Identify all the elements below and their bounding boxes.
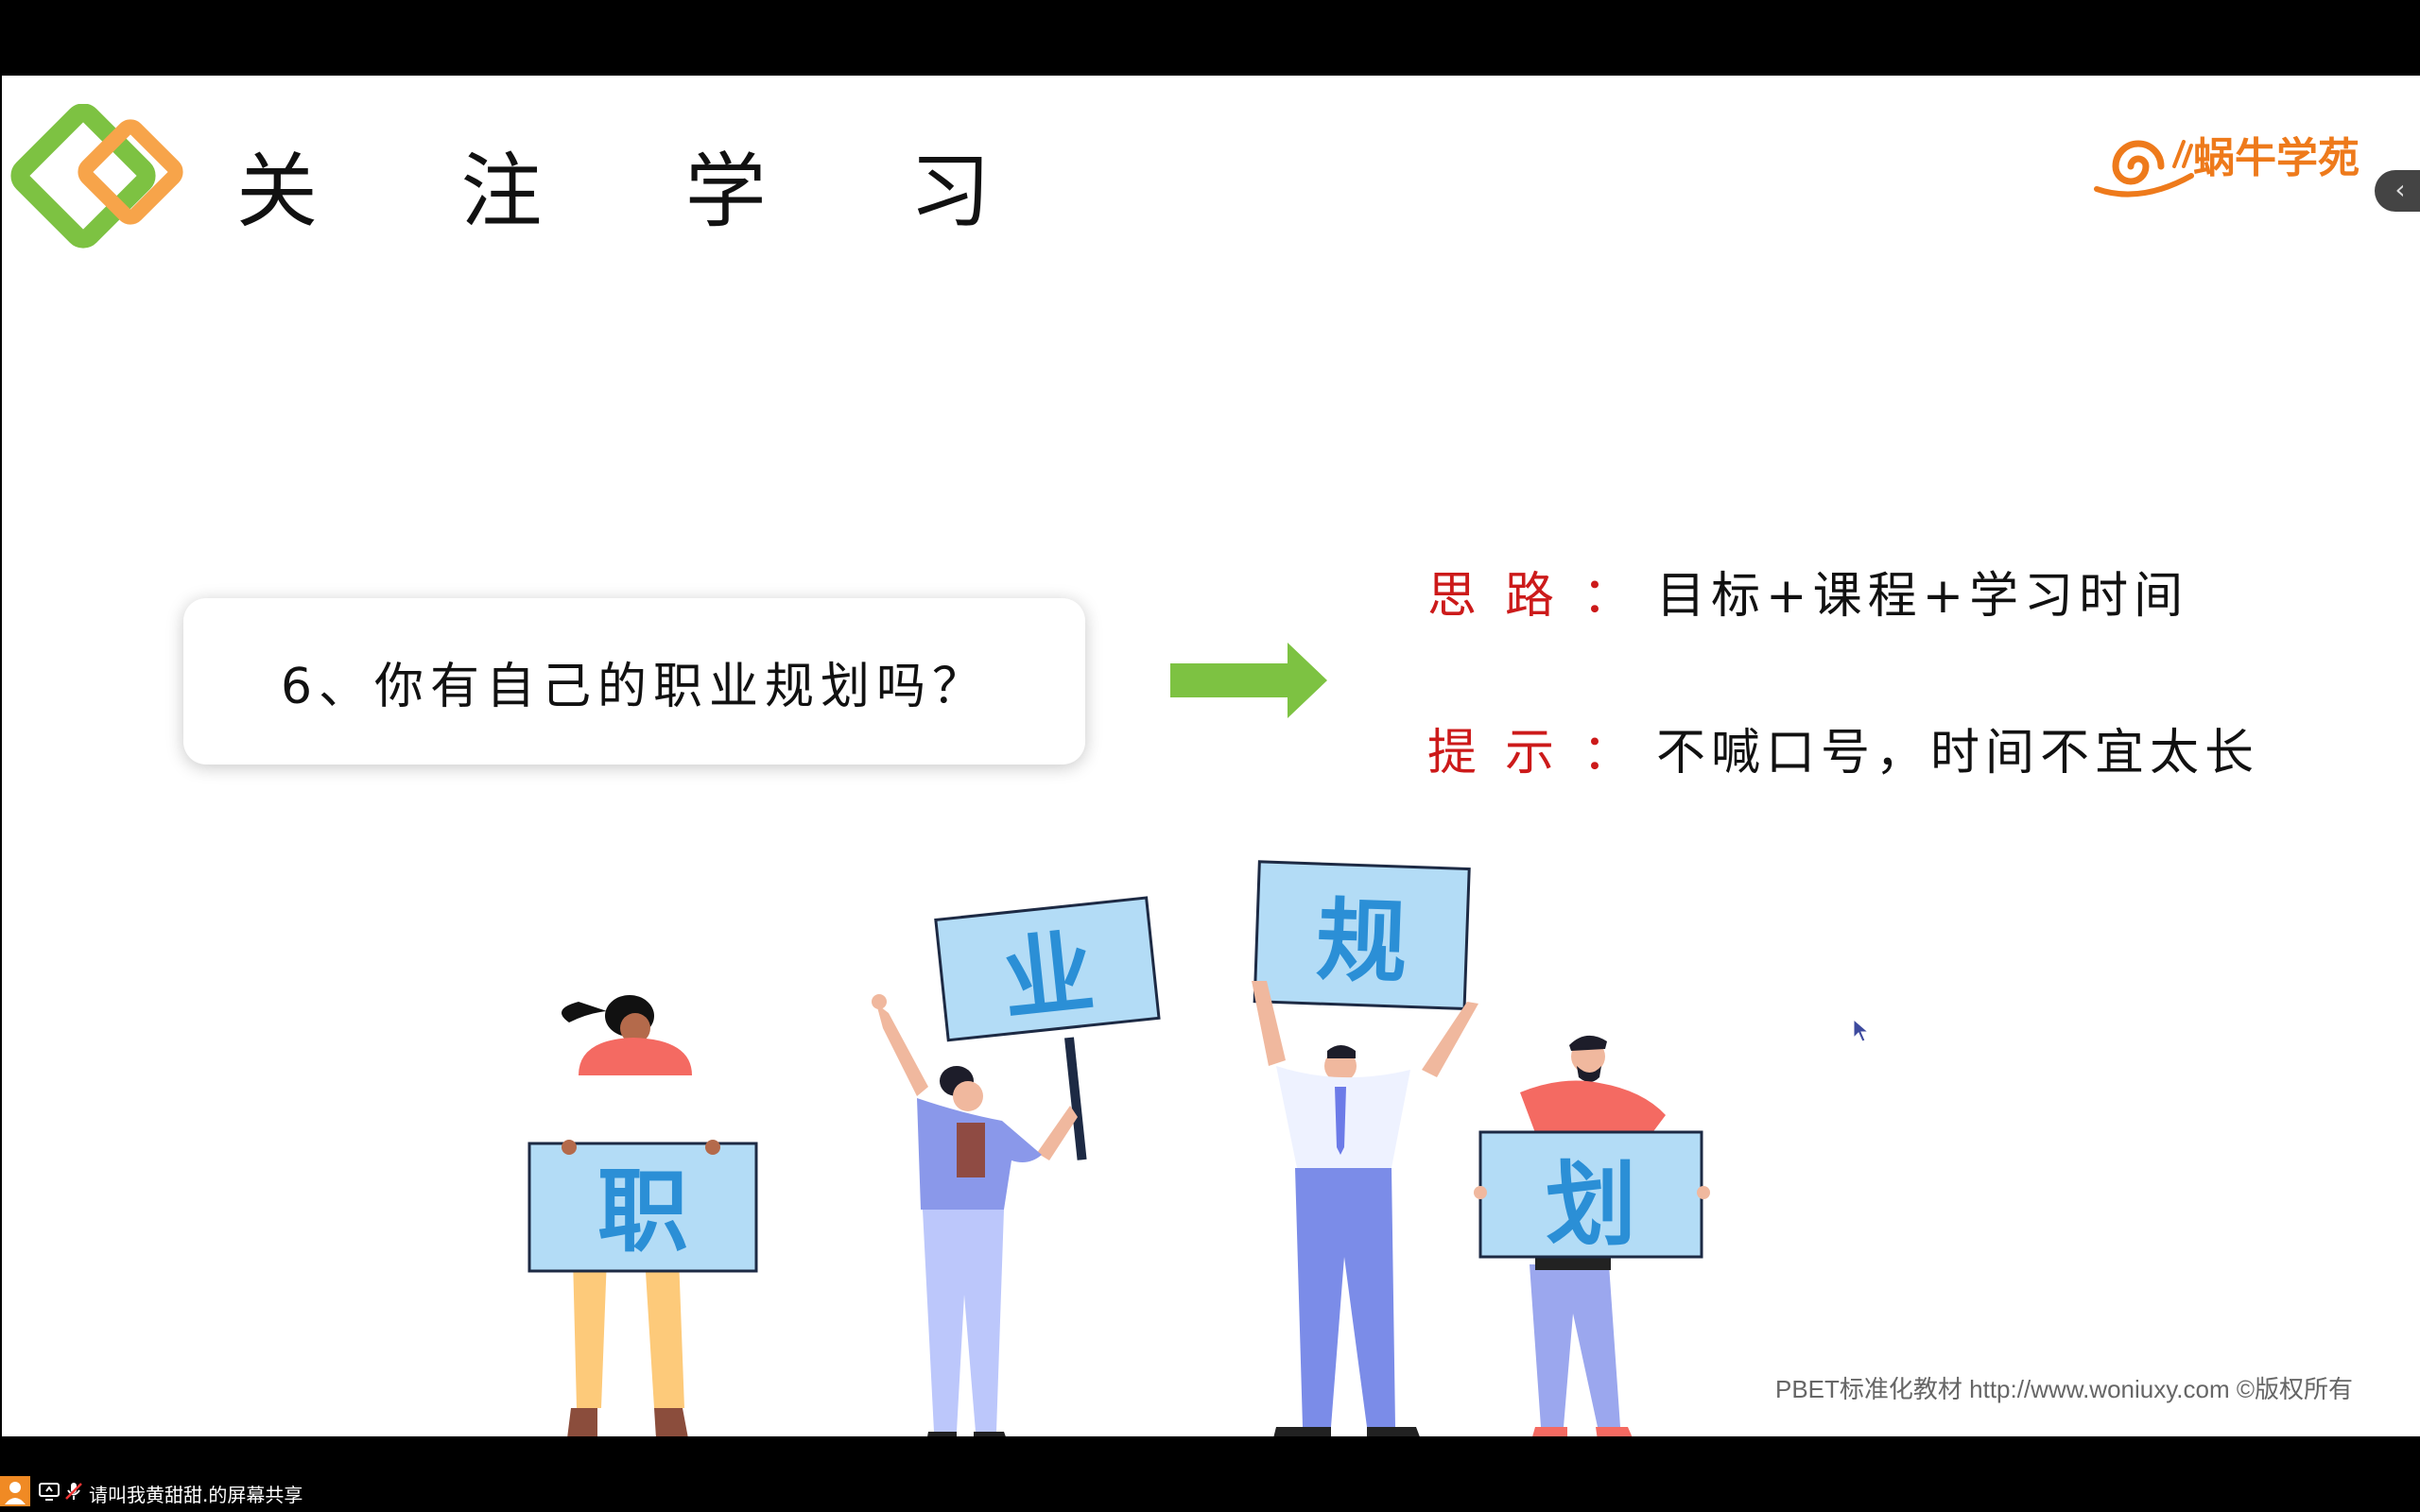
hint-line-approach: 思路：目标+课程+学习时间 <box>1427 556 2188 627</box>
person-2-figure: 业 <box>872 896 1161 1436</box>
person-1-figure: 职 <box>527 995 758 1436</box>
side-panel-toggle[interactable]: ‹ <box>2375 170 2420 212</box>
microphone-muted-icon[interactable] <box>62 1480 85 1503</box>
sign-char-3: 规 <box>1315 887 1409 996</box>
question-card: 6、你有自己的职业规划吗？ <box>183 598 1085 765</box>
top-black-bar <box>0 0 2420 76</box>
copyright-footer: PBET标准化教材 http://www.woniuxy.com ©版权所有 <box>1775 1375 2354 1403</box>
hint-value: 目标+课程+学习时间 <box>1656 568 2189 625</box>
sign-char-4: 划 <box>1546 1152 1636 1258</box>
brand-logo: 蜗牛学苑 <box>2093 129 2377 204</box>
screen-share-status-bar: 请叫我黄甜甜.的屏幕共享 <box>0 1436 2420 1512</box>
sign-char-1: 职 <box>597 1159 688 1264</box>
chevron-left-icon: ‹ <box>2394 174 2406 205</box>
person-4-figure: 划 <box>1474 1035 1710 1436</box>
presentation-slide: 关 注 学 习 蜗牛学苑 ‹ 6、你有自己的职业规划吗？ 思路：目标+课程+学习… <box>2 76 2420 1436</box>
right-arrow-icon <box>1170 643 1327 718</box>
person-3-figure: 规 <box>1252 860 1478 1436</box>
brand-name: 蜗牛学苑 <box>2193 134 2360 182</box>
people-holding-signs-illustration: 职 业 规 划 <box>527 860 1710 1436</box>
diamond-logo-icon <box>10 104 183 249</box>
screen-share-icon[interactable] <box>38 1480 60 1503</box>
hint-label: 思路 <box>1427 568 1583 625</box>
mouse-cursor-icon <box>1853 1019 1870 1042</box>
sign-char-2: 业 <box>997 919 1098 1034</box>
question-text: 6、你有自己的职业规划吗？ <box>280 658 989 715</box>
person-icon <box>5 1482 26 1504</box>
screen-share-label: 请叫我黄甜甜.的屏幕共享 <box>89 1484 303 1506</box>
slide-title: 关 注 学 习 <box>236 145 1050 239</box>
snail-icon <box>2094 140 2194 198</box>
user-avatar-icon[interactable] <box>0 1476 30 1506</box>
